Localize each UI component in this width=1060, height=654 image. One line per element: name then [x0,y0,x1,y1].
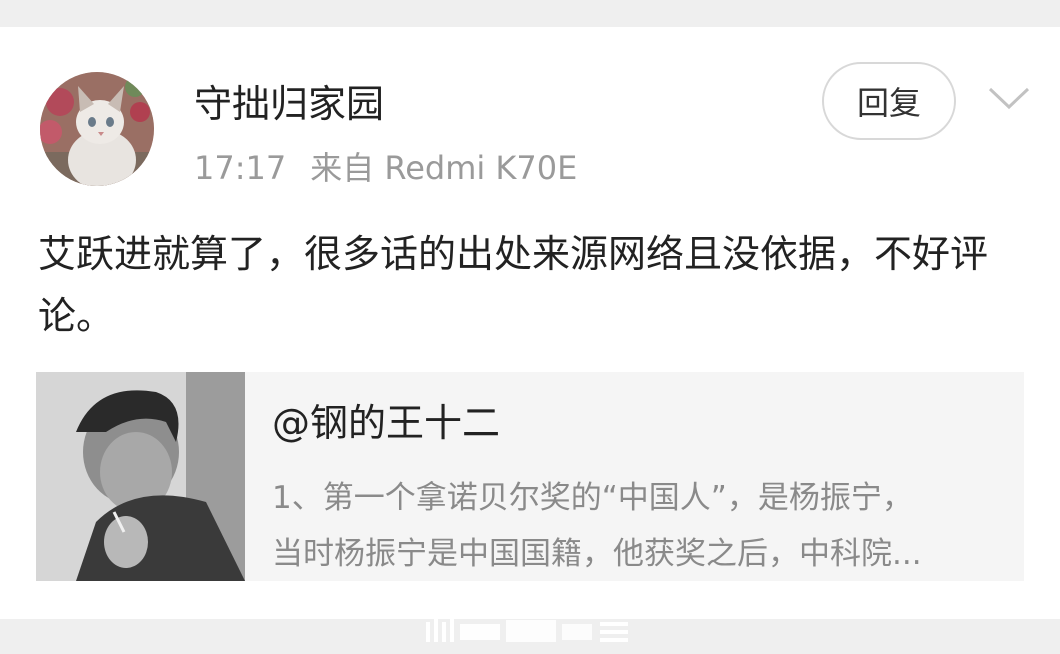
quoted-text-line-1: 1、第一个拿诺贝尔奖的“中国人”，是杨振宁， [272,480,913,516]
quoted-author[interactable]: @钢的王十二 [272,392,500,447]
reply-button[interactable]: 回复 [822,62,956,140]
comment-card: 守拙归家园 17:17 来自 Redmi K70E 回复 艾跃进就算了，很多话的出… [0,27,1060,619]
post-meta: 17:17 来自 Redmi K70E [194,143,577,189]
cat-avatar-image [40,72,154,186]
post-time: 17:17 [194,149,287,187]
chevron-down-icon[interactable] [986,83,1032,113]
username[interactable]: 守拙归家园 [194,73,384,128]
quoted-post-image [36,372,245,581]
post-source: 来自 Redmi K70E [310,149,578,187]
quoted-post-card[interactable]: @钢的王十二 1、第一个拿诺贝尔奖的“中国人”，是杨振宁， 当时杨振宁是中国国籍… [36,372,1024,581]
watermark-image [420,614,634,650]
comment-text: 艾跃进就算了，很多话的出处来源网络且没依据，不好评论。 [38,232,989,338]
avatar[interactable] [40,72,154,186]
quoted-text-line-2: 当时杨振宁是中国国籍，他获奖之后，中科院... [272,536,922,572]
